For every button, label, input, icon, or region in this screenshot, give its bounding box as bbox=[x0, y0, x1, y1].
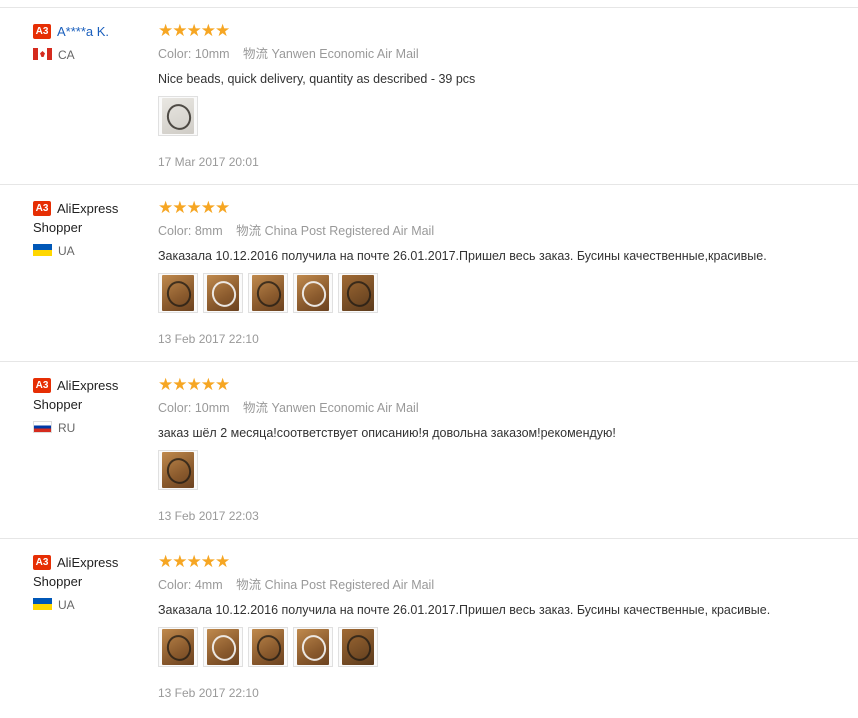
shipping-method: Yanwen Economic Air Mail bbox=[271, 401, 419, 415]
review-photo-thumbnail[interactable] bbox=[158, 273, 198, 313]
country-code: UA bbox=[58, 598, 75, 612]
review-content: ★★★★★ Color: 10mm 物流 Yanwen Economic Air… bbox=[158, 376, 858, 523]
review-text: заказ шёл 2 месяца!соответствует описани… bbox=[158, 426, 616, 440]
review-content: ★★★★★ Color: 8mm 物流 China Post Registere… bbox=[158, 199, 858, 346]
review-item: A3 AliExpress Shopper UA ★★★★★ Color: 4mm… bbox=[0, 538, 858, 715]
color-value: 4mm bbox=[194, 578, 223, 592]
bead-photo-image bbox=[252, 629, 284, 665]
review-photo-thumbnail[interactable] bbox=[293, 273, 333, 313]
bead-photo-image bbox=[252, 275, 284, 311]
country-code: RU bbox=[58, 421, 76, 435]
shipping-info: 物流 Yanwen Economic Air Mail bbox=[243, 401, 419, 415]
color-value: 10mm bbox=[194, 401, 230, 415]
review-photos bbox=[158, 96, 858, 138]
star-rating: ★★★★★ bbox=[158, 21, 230, 40]
shipping-info: 物流 China Post Registered Air Mail bbox=[236, 578, 434, 592]
bead-photo-image bbox=[162, 452, 194, 488]
review-date: 13 Feb 2017 22:10 bbox=[158, 686, 259, 700]
review-photo-thumbnail[interactable] bbox=[158, 450, 198, 490]
review-text: Заказала 10.12.2016 получила на почте 26… bbox=[158, 249, 767, 263]
review-photo-thumbnail[interactable] bbox=[203, 273, 243, 313]
bead-photo-image bbox=[162, 98, 194, 134]
bead-photo-image bbox=[297, 629, 329, 665]
review-photo-thumbnail[interactable] bbox=[248, 273, 288, 313]
level-badge: A3 bbox=[33, 555, 51, 570]
bead-photo-image bbox=[297, 275, 329, 311]
shipping-label: 物流 bbox=[236, 578, 262, 592]
review-photos bbox=[158, 450, 858, 492]
bead-photo-image bbox=[162, 629, 194, 665]
reviewer-info: A3 A****a K. CA bbox=[33, 22, 148, 63]
review-date: 17 Mar 2017 20:01 bbox=[158, 155, 259, 169]
reviewer-country: RU bbox=[33, 420, 148, 436]
order-info: Color: 8mm 物流 China Post Registered Air … bbox=[158, 223, 858, 239]
review-item: A3 A****a K. CA ★★★★★ Color: 10mm 物流 Yanw… bbox=[0, 7, 858, 184]
review-text: Nice beads, quick delivery, quantity as … bbox=[158, 72, 476, 86]
order-info: Color: 10mm 物流 Yanwen Economic Air Mail bbox=[158, 46, 858, 62]
review-item: A3 AliExpress Shopper UA ★★★★★ Color: 8mm… bbox=[0, 184, 858, 361]
review-photo-thumbnail[interactable] bbox=[248, 627, 288, 667]
star-rating: ★★★★★ bbox=[158, 375, 230, 394]
color-label: Color: bbox=[158, 401, 192, 415]
shipping-label: 物流 bbox=[243, 47, 269, 61]
review-feed: A3 A****a K. CA ★★★★★ Color: 10mm 物流 Yanw… bbox=[0, 7, 858, 715]
reviewer-name[interactable]: A****a K. bbox=[57, 24, 109, 39]
shipping-info: 物流 China Post Registered Air Mail bbox=[236, 224, 434, 238]
review-photo-thumbnail[interactable] bbox=[293, 627, 333, 667]
color-value: 10mm bbox=[194, 47, 230, 61]
bead-photo-image bbox=[162, 275, 194, 311]
reviewer-country: UA bbox=[33, 243, 148, 259]
color-label: Color: bbox=[158, 224, 192, 238]
review-item: A3 AliExpress Shopper RU ★★★★★ Color: 10m… bbox=[0, 361, 858, 538]
country-flag-icon bbox=[33, 244, 52, 256]
shipping-method: Yanwen Economic Air Mail bbox=[271, 47, 419, 61]
shipping-info: 物流 Yanwen Economic Air Mail bbox=[243, 47, 419, 61]
bead-photo-image bbox=[342, 629, 374, 665]
shipping-method: China Post Registered Air Mail bbox=[264, 224, 435, 238]
country-code: CA bbox=[58, 48, 75, 62]
review-date: 13 Feb 2017 22:10 bbox=[158, 332, 259, 346]
country-flag-icon bbox=[33, 421, 52, 433]
review-photo-thumbnail[interactable] bbox=[338, 273, 378, 313]
level-badge: A3 bbox=[33, 201, 51, 216]
color-label: Color: bbox=[158, 47, 192, 61]
shipping-method: China Post Registered Air Mail bbox=[264, 578, 435, 592]
reviewer-country: UA bbox=[33, 597, 148, 613]
level-badge: A3 bbox=[33, 378, 51, 393]
review-content: ★★★★★ Color: 10mm 物流 Yanwen Economic Air… bbox=[158, 22, 858, 169]
color-value: 8mm bbox=[194, 224, 223, 238]
reviewer-country: CA bbox=[33, 47, 148, 63]
bead-photo-image bbox=[207, 629, 239, 665]
review-photo-thumbnail[interactable] bbox=[158, 96, 198, 136]
review-photo-thumbnail[interactable] bbox=[158, 627, 198, 667]
reviewer-info: A3 AliExpress Shopper UA bbox=[33, 199, 148, 259]
bead-photo-image bbox=[207, 275, 239, 311]
reviewer-info: A3 AliExpress Shopper RU bbox=[33, 376, 148, 436]
order-info: Color: 10mm 物流 Yanwen Economic Air Mail bbox=[158, 400, 858, 416]
reviewer-info: A3 AliExpress Shopper UA bbox=[33, 553, 148, 613]
shipping-label: 物流 bbox=[243, 401, 269, 415]
country-flag-icon bbox=[33, 598, 52, 610]
review-photos bbox=[158, 627, 858, 669]
order-info: Color: 4mm 物流 China Post Registered Air … bbox=[158, 577, 858, 593]
color-label: Color: bbox=[158, 578, 192, 592]
star-rating: ★★★★★ bbox=[158, 198, 230, 217]
review-date: 13 Feb 2017 22:03 bbox=[158, 509, 259, 523]
star-rating: ★★★★★ bbox=[158, 552, 230, 571]
review-text: Заказала 10.12.2016 получила на почте 26… bbox=[158, 603, 771, 617]
review-photos bbox=[158, 273, 858, 315]
review-photo-thumbnail[interactable] bbox=[338, 627, 378, 667]
review-content: ★★★★★ Color: 4mm 物流 China Post Registere… bbox=[158, 553, 858, 700]
shipping-label: 物流 bbox=[236, 224, 262, 238]
country-flag-icon bbox=[33, 48, 52, 60]
review-photo-thumbnail[interactable] bbox=[203, 627, 243, 667]
bead-photo-image bbox=[342, 275, 374, 311]
level-badge: A3 bbox=[33, 24, 51, 39]
country-code: UA bbox=[58, 244, 75, 258]
